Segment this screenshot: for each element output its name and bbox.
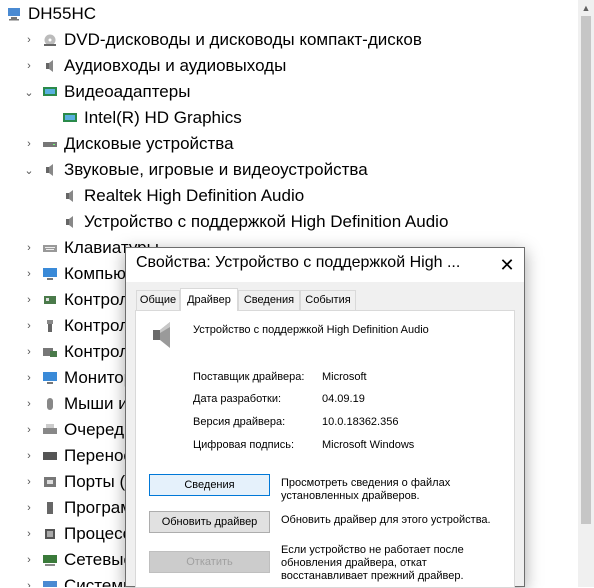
processor-icon bbox=[42, 527, 58, 541]
usb-icon bbox=[42, 319, 58, 333]
chevron-right-icon[interactable]: › bbox=[22, 502, 36, 514]
chevron-right-icon[interactable]: › bbox=[22, 268, 36, 280]
tab-general[interactable]: Общие bbox=[136, 290, 180, 310]
chevron-right-icon[interactable]: › bbox=[22, 554, 36, 566]
tree-item-intel-graphics[interactable]: › Intel(R) HD Graphics bbox=[42, 105, 242, 131]
properties-dialog: Свойства: Устройство с поддержкой High .… bbox=[125, 247, 525, 588]
chevron-right-icon[interactable]: › bbox=[22, 60, 36, 72]
field-label-date: Дата разработки: bbox=[193, 393, 282, 405]
tree-item-label: Сетевые bbox=[64, 550, 133, 569]
chevron-right-icon[interactable]: › bbox=[22, 450, 36, 462]
rollback-driver-button: Откатить bbox=[149, 551, 270, 573]
computer-icon bbox=[6, 7, 22, 21]
chevron-right-icon[interactable]: › bbox=[22, 580, 36, 587]
tree-item-audio-io[interactable]: › Аудиовходы и аудиовыходы bbox=[22, 53, 286, 79]
mouse-icon bbox=[42, 397, 58, 411]
chevron-down-icon[interactable]: ⌄ bbox=[22, 86, 36, 99]
speaker-icon bbox=[42, 59, 58, 73]
chevron-right-icon[interactable]: › bbox=[22, 320, 36, 332]
chevron-right-icon[interactable]: › bbox=[22, 372, 36, 384]
monitor-icon bbox=[42, 267, 58, 281]
storage-controller-icon bbox=[42, 345, 58, 359]
chevron-right-icon[interactable]: › bbox=[22, 294, 36, 306]
monitor-icon bbox=[42, 371, 58, 385]
tree-item-label: Аудиовходы и аудиовыходы bbox=[64, 56, 287, 75]
close-icon[interactable]: ✕ bbox=[490, 248, 524, 282]
tree-item-label: Мыши и bbox=[64, 394, 128, 413]
chevron-right-icon[interactable]: › bbox=[22, 242, 36, 254]
chevron-right-icon[interactable]: › bbox=[22, 34, 36, 46]
speaker-icon bbox=[42, 163, 58, 177]
driver-details-button[interactable]: Сведения bbox=[149, 474, 270, 496]
rollback-driver-desc: Если устройство не работает после обновл… bbox=[281, 544, 464, 582]
tree-item-realtek[interactable]: › Realtek High Definition Audio bbox=[42, 183, 304, 209]
field-value-signature: Microsoft Windows bbox=[322, 439, 415, 451]
dvd-drive-icon bbox=[42, 33, 58, 47]
chevron-right-icon[interactable]: › bbox=[22, 398, 36, 410]
software-device-icon bbox=[42, 501, 58, 515]
update-driver-desc: Обновить драйвер для этого устройства. bbox=[281, 514, 491, 526]
speaker-icon bbox=[62, 215, 78, 229]
tree-item-sound[interactable]: ⌄ Звуковые, игровые и видеоустройства bbox=[22, 157, 368, 183]
tab-driver[interactable]: Драйвер bbox=[180, 288, 238, 311]
tree-root[interactable]: DH55HC bbox=[6, 1, 96, 27]
chevron-right-icon[interactable]: › bbox=[22, 346, 36, 358]
port-icon bbox=[42, 475, 58, 489]
chevron-right-icon[interactable]: › bbox=[22, 476, 36, 488]
tree-item-hd-audio-device[interactable]: › Устройство с поддержкой High Definitio… bbox=[42, 209, 448, 235]
tree-item-disk-drives[interactable]: › Дисковые устройства bbox=[22, 131, 234, 157]
field-value-provider: Microsoft bbox=[322, 371, 367, 383]
tree-item-print-queues[interactable]: › Очереди bbox=[22, 417, 134, 443]
tree-item-label: Устройство с поддержкой High Definition … bbox=[84, 212, 449, 231]
network-icon bbox=[42, 553, 58, 567]
scroll-thumb[interactable] bbox=[581, 16, 591, 524]
chevron-right-icon[interactable]: › bbox=[22, 424, 36, 436]
tree-item-label: Звуковые, игровые и видеоустройства bbox=[64, 160, 368, 179]
system-device-icon bbox=[42, 579, 58, 587]
disk-drive-icon bbox=[42, 137, 58, 151]
chevron-right-icon[interactable]: › bbox=[22, 528, 36, 540]
tree-item-label: Порты ( bbox=[64, 472, 126, 491]
tree-item-network[interactable]: › Сетевые bbox=[22, 547, 133, 573]
printer-icon bbox=[42, 423, 58, 437]
driver-panel: Устройство с поддержкой High Definition … bbox=[135, 310, 515, 588]
keyboard-icon bbox=[42, 241, 58, 255]
controller-icon bbox=[42, 293, 58, 307]
update-driver-button[interactable]: Обновить драйвер bbox=[149, 511, 270, 533]
display-adapter-icon bbox=[62, 111, 78, 125]
field-value-date: 04.09.19 bbox=[322, 393, 365, 405]
dialog-title: Свойства: Устройство с поддержкой High .… bbox=[136, 254, 461, 271]
field-label-provider: Поставщик драйвера: bbox=[193, 371, 305, 383]
chevron-down-icon[interactable]: ⌄ bbox=[22, 164, 36, 177]
tree-item-label: Видеоадаптеры bbox=[64, 82, 191, 101]
tree-item-label: Дисковые устройства bbox=[64, 134, 234, 153]
driver-details-desc: Просмотреть сведения о файлах установлен… bbox=[281, 477, 451, 502]
speaker-icon bbox=[62, 189, 78, 203]
field-value-version: 10.0.18362.356 bbox=[322, 416, 399, 428]
tree-item-label: Intel(R) HD Graphics bbox=[84, 108, 242, 127]
speaker-icon bbox=[150, 319, 178, 351]
display-adapter-icon bbox=[42, 85, 58, 99]
tree-item-display-adapters[interactable]: ⌄ Видеоадаптеры bbox=[22, 79, 190, 105]
tree-item-ports[interactable]: › Порты ( bbox=[22, 469, 125, 495]
dialog-titlebar[interactable]: Свойства: Устройство с поддержкой High .… bbox=[126, 248, 524, 282]
tree-item-label: Realtek High Definition Audio bbox=[84, 186, 305, 205]
device-name: Устройство с поддержкой High Definition … bbox=[193, 324, 429, 336]
chevron-right-icon[interactable]: › bbox=[22, 138, 36, 150]
field-label-signature: Цифровая подпись: bbox=[193, 439, 295, 451]
vertical-scrollbar[interactable]: ▲ bbox=[578, 0, 594, 587]
tab-details[interactable]: Сведения bbox=[238, 290, 300, 310]
portable-device-icon bbox=[42, 449, 58, 463]
tree-root-label: DH55HC bbox=[28, 4, 97, 23]
tree-item-dvd[interactable]: › DVD-дисководы и дисководы компакт-диск… bbox=[22, 27, 422, 53]
tree-item-label: Очереди bbox=[64, 420, 134, 439]
tab-events[interactable]: События bbox=[300, 290, 356, 310]
scroll-up-icon[interactable]: ▲ bbox=[578, 0, 594, 16]
field-label-version: Версия драйвера: bbox=[193, 416, 286, 428]
tree-item-mice[interactable]: › Мыши и bbox=[22, 391, 128, 417]
tree-item-label: DVD-дисководы и дисководы компакт-дисков bbox=[64, 30, 422, 49]
